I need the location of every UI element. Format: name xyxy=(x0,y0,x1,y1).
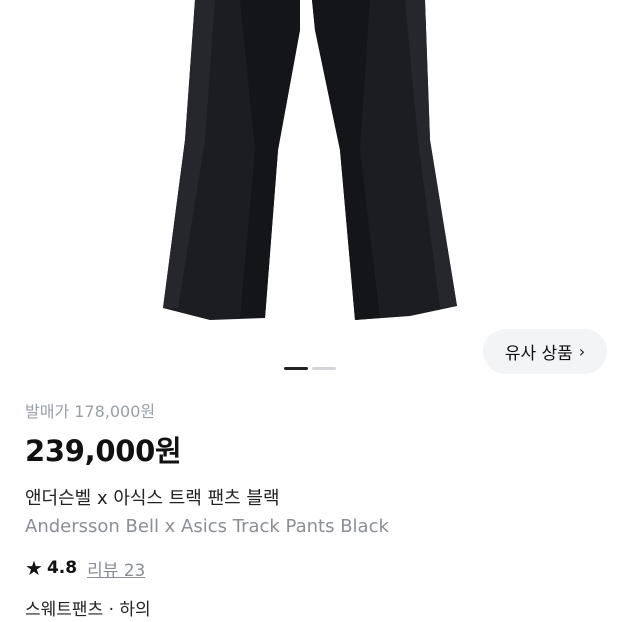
product-image-gallery[interactable]: 유사 상품 › xyxy=(0,0,620,385)
product-name-korean: 앤더슨벨 x 아식스 트랙 팬츠 블랙 xyxy=(25,488,280,509)
rating-row: ★ 4.8 리뷰 23 xyxy=(25,554,595,582)
rating-value: 4.8 xyxy=(46,558,78,578)
review-link[interactable]: 리뷰 23 xyxy=(87,556,145,581)
product-name-english: Andersson Bell x Asics Track Pants Black xyxy=(25,516,389,537)
similar-products-label: 유사 상품 xyxy=(504,344,573,364)
chevron-right-icon: › xyxy=(578,341,586,361)
pagination-dot[interactable] xyxy=(312,367,336,370)
star-icon: ★ xyxy=(25,556,43,580)
current-price: 239,000원 xyxy=(25,434,182,468)
release-price: 발매가 178,000원 xyxy=(25,402,156,421)
product-image xyxy=(163,0,457,320)
category-breadcrumb[interactable]: 스웨트팬츠 · 하의 xyxy=(25,598,595,622)
image-pagination xyxy=(284,367,336,371)
pagination-dot-active[interactable] xyxy=(284,367,308,370)
product-info: 발매가 178,000원 239,000원 앤더슨벨 x 아식스 트랙 팬츠 블… xyxy=(25,400,595,622)
similar-products-button[interactable]: 유사 상품 › xyxy=(483,329,607,374)
